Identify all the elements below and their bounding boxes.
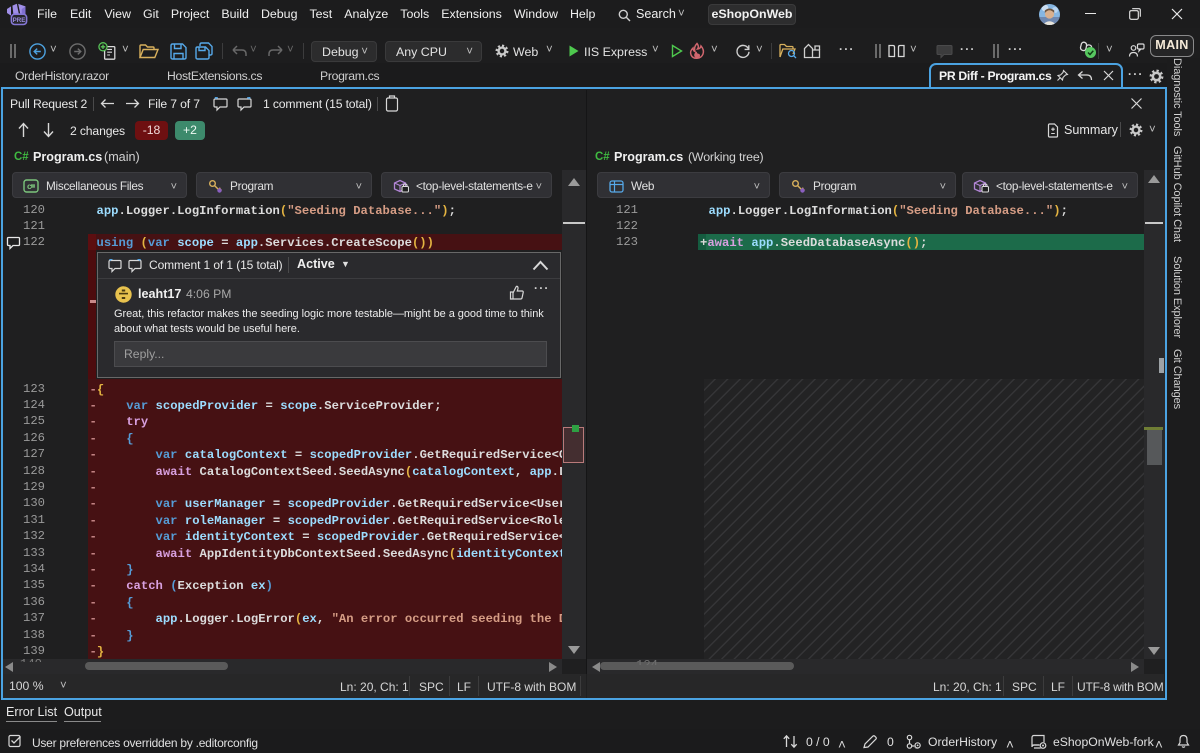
svg-text:PRE: PRE	[13, 17, 26, 24]
svg-text:c: c	[27, 181, 32, 191]
